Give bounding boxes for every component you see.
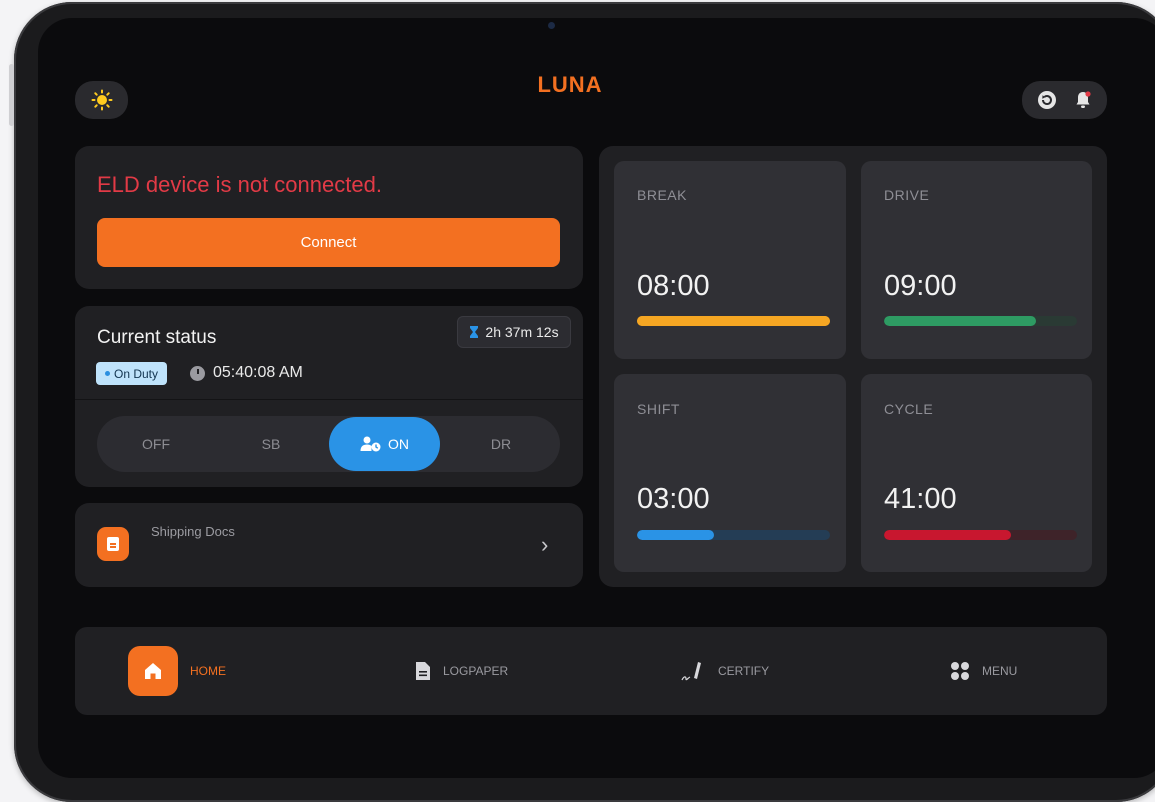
nav-home-label: HOME [190, 664, 226, 678]
connect-button[interactable]: Connect [97, 218, 560, 267]
bottom-navigation: HOME LOGPAPER CERTIFY MENU [75, 627, 1107, 715]
logpaper-icon [416, 662, 430, 680]
break-progress-fill [637, 316, 830, 326]
drive-label: DRIVE [884, 187, 930, 203]
shift-progress-track [637, 530, 830, 540]
signature-icon [681, 662, 701, 681]
shift-progress-fill [637, 530, 715, 540]
drive-progress-track [884, 316, 1077, 326]
break-progress-track [637, 316, 830, 326]
menu-grid-icon [951, 662, 969, 680]
segment-on[interactable]: ON [329, 417, 440, 471]
status-divider [75, 399, 583, 400]
cycle-progress-fill [884, 530, 1012, 540]
app-logo: LUNA [537, 72, 603, 97]
cycle-progress-track [884, 530, 1077, 540]
shipping-docs-card[interactable] [75, 503, 583, 587]
clock-icon [190, 365, 205, 381]
current-status-title: Current status [97, 327, 217, 348]
segment-sb[interactable]: SB [212, 416, 330, 472]
bell-icon[interactable] [1073, 90, 1093, 110]
segment-dr[interactable]: DR [442, 416, 560, 472]
nav-menu[interactable]: MENU [950, 627, 1017, 715]
nav-logpaper-label: LOGPAPER [443, 664, 509, 678]
document-icon [97, 527, 129, 561]
status-timer: 2h 37m 12s [457, 316, 571, 348]
drive-progress-fill [884, 316, 1037, 326]
header-actions [1022, 81, 1107, 119]
duty-status-selector: OFF SB ON DR [97, 416, 560, 472]
eld-status-message: ELD device is not connected. [97, 172, 382, 197]
home-icon-tile [128, 646, 178, 696]
break-value: 08:00 [637, 270, 710, 302]
duty-status-label: On Duty [113, 366, 158, 381]
front-camera [548, 22, 555, 29]
chevron-right-icon: › [541, 532, 549, 557]
status-time: 05:40:08 AM [190, 364, 303, 382]
home-icon [145, 663, 161, 679]
nav-logpaper[interactable]: LOGPAPER [415, 627, 508, 715]
hourglass-icon [470, 326, 479, 338]
nav-home[interactable]: HOME [128, 627, 226, 715]
cycle-label: CYCLE [884, 401, 934, 417]
shift-label: SHIFT [637, 401, 680, 417]
badge-dot-icon [104, 371, 110, 376]
segment-off[interactable]: OFF [97, 416, 215, 472]
shipping-docs-label: Shipping Docs [151, 524, 235, 539]
nav-certify[interactable]: CERTIFY [680, 627, 769, 715]
status-timer-value: 2h 37m 12s [485, 324, 559, 340]
nav-certify-label: CERTIFY [718, 664, 770, 678]
theme-toggle-button[interactable] [75, 81, 128, 119]
sun-icon [91, 89, 112, 111]
break-label: BREAK [637, 187, 687, 203]
shift-value: 03:00 [637, 483, 710, 515]
driver-on-icon [360, 436, 381, 452]
device-side-button [9, 64, 14, 126]
cycle-value: 41:00 [884, 483, 957, 515]
status-time-value: 05:40:08 AM [213, 364, 303, 381]
duty-status-badge: On Duty [96, 362, 167, 385]
segment-on-label: ON [388, 436, 409, 452]
refresh-icon[interactable] [1037, 90, 1057, 110]
drive-value: 09:00 [884, 270, 957, 302]
nav-menu-label: MENU [982, 664, 1018, 678]
